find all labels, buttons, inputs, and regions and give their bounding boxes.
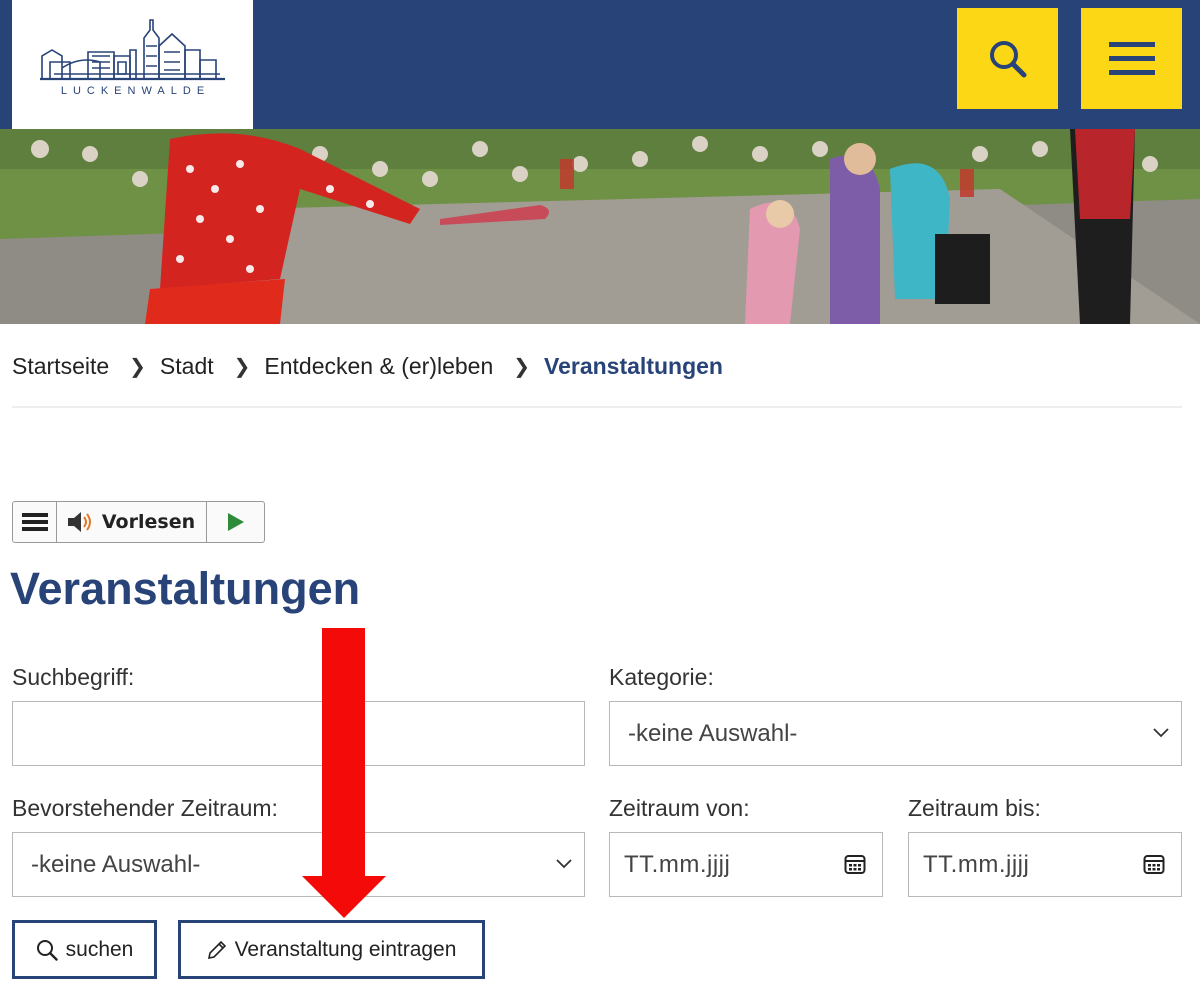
readspeaker-menu-button[interactable] [13, 502, 57, 542]
annotation-arrow-head [302, 876, 386, 918]
period-select[interactable]: -keine Auswahl- [12, 832, 585, 897]
logo-wordmark: LUCKENWALDE [60, 85, 211, 97]
add-event-label: Veranstaltung eintragen [234, 937, 457, 961]
play-icon [227, 513, 244, 531]
breadcrumb-item-entdecken[interactable]: Entdecken & (er)leben [264, 353, 493, 380]
hamburger-icon [21, 513, 48, 531]
search-submit-button[interactable]: suchen [12, 920, 157, 979]
hero-image [0, 129, 1200, 324]
hero-photo [0, 129, 1200, 324]
breadcrumb-item-stadt[interactable]: Stadt [160, 353, 214, 380]
breadcrumb-item-home[interactable]: Startseite [12, 353, 109, 380]
date-to-field[interactable]: TT.mm.jjjj [908, 832, 1182, 897]
search-input[interactable] [31, 702, 584, 765]
date-from-field[interactable]: TT.mm.jjjj [609, 832, 883, 897]
vorlesen-button[interactable]: Vorlesen [57, 502, 207, 542]
readspeaker-widget: Vorlesen [12, 501, 265, 543]
menu-button[interactable] [1081, 8, 1182, 109]
chevron-right-icon: ❯ [233, 355, 251, 378]
calendar-icon[interactable] [1143, 853, 1165, 875]
breadcrumb-divider [12, 406, 1182, 408]
chevron-right-icon: ❯ [129, 355, 146, 378]
breadcrumb: Startseite ❯ Stadt ❯ Entdecken & (er)leb… [12, 350, 723, 382]
search-field [12, 701, 585, 766]
speaker-icon [67, 512, 91, 532]
breadcrumb-current: Veranstaltungen [544, 352, 723, 379]
search-submit-label: suchen [65, 937, 134, 961]
chevron-right-icon: ❯ [513, 355, 531, 378]
category-select[interactable]: -keine Auswahl- [609, 701, 1182, 766]
page-title: Veranstaltungen [10, 563, 361, 614]
date-from-placeholder: TT.mm.jjjj [624, 850, 731, 878]
play-button[interactable] [207, 502, 264, 542]
date-to-label: Zeitraum bis: [908, 795, 1041, 821]
period-label: Bevorstehender Zeitraum: [12, 795, 278, 821]
chevron-down-icon [556, 859, 572, 869]
search-icon [36, 939, 58, 961]
search-label: Suchbegriff: [12, 664, 135, 690]
date-to-placeholder: TT.mm.jjjj [923, 850, 1030, 878]
site-header: LUCKENWALDE [0, 0, 1200, 129]
search-icon [989, 40, 1026, 77]
annotation-arrow-shaft [322, 628, 365, 878]
add-event-button[interactable]: Veranstaltung eintragen [178, 920, 485, 979]
site-logo[interactable]: LUCKENWALDE [12, 0, 253, 129]
category-selected-value: -keine Auswahl- [628, 719, 798, 747]
hamburger-icon [1108, 41, 1155, 75]
chevron-down-icon [1153, 728, 1169, 738]
search-button[interactable] [957, 8, 1058, 109]
pencil-icon [207, 940, 226, 959]
vorlesen-label: Vorlesen [101, 511, 196, 533]
city-skyline-logo [40, 19, 225, 81]
period-selected-value: -keine Auswahl- [31, 850, 201, 878]
calendar-icon[interactable] [844, 853, 866, 875]
date-from-label: Zeitraum von: [609, 795, 750, 821]
category-label: Kategorie: [609, 664, 714, 690]
